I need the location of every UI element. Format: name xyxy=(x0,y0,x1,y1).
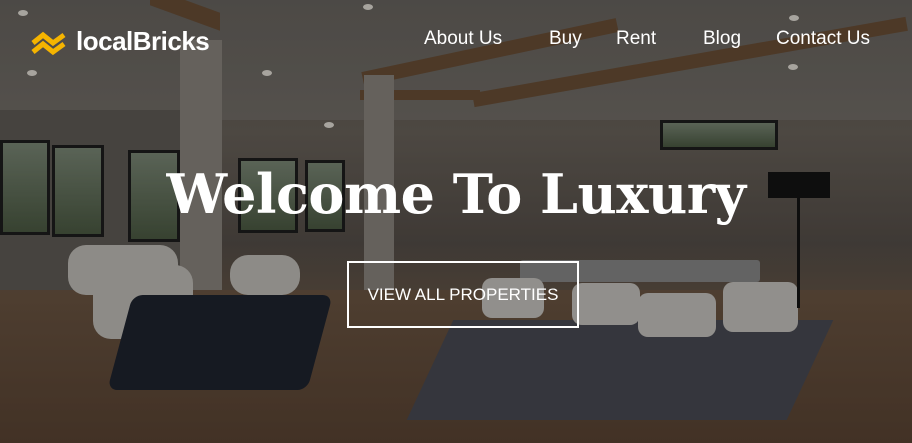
hero-section: localBricks About Us Buy Rent Blog Conta… xyxy=(0,0,912,443)
nav-link-rent[interactable]: Rent xyxy=(616,28,656,50)
brand-logo[interactable]: localBricks xyxy=(30,26,210,57)
nav-link-blog[interactable]: Blog xyxy=(703,28,741,50)
navbar: localBricks About Us Buy Rent Blog Conta… xyxy=(0,0,912,80)
nav-link-buy[interactable]: Buy xyxy=(549,28,582,50)
view-all-properties-button[interactable]: VIEW ALL PROPERTIES xyxy=(347,261,579,328)
stacked-bricks-icon xyxy=(31,31,66,55)
nav-link-about-us[interactable]: About Us xyxy=(424,28,502,50)
brand-name: localBricks xyxy=(76,26,210,56)
nav-link-contact-us[interactable]: Contact Us xyxy=(776,28,870,50)
hero-headline: Welcome To Luxury xyxy=(166,162,746,226)
